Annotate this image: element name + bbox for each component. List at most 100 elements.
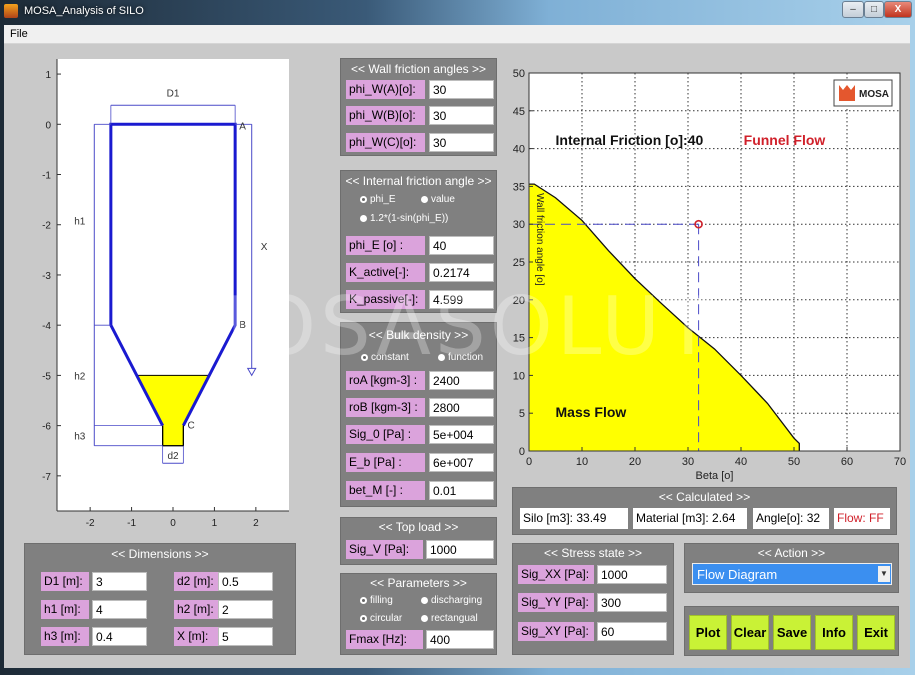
sig-v-input[interactable]: 1000 [426, 540, 494, 559]
chart-y-tick-label: 25 [513, 257, 525, 269]
dim-2-label: h1 [m]: [41, 600, 89, 619]
fmax-label: Fmax [Hz]: [346, 630, 423, 649]
bulk-density-4-input[interactable]: 0.01 [429, 481, 494, 500]
material-volume-readout: Material [m3]: 2.64 [633, 508, 747, 529]
clear-button[interactable]: Clear [731, 615, 769, 650]
maximize-button[interactable]: □ [864, 1, 884, 18]
phi-e-radio[interactable]: phi_E [360, 194, 396, 205]
circular-radio[interactable]: circular [360, 613, 402, 624]
silo-y-tick-label: -3 [42, 271, 51, 282]
flow-readout: Flow: FF [834, 508, 890, 529]
funnel-flow-annotation: Funnel Flow [744, 132, 826, 148]
exit-button[interactable]: Exit [857, 615, 895, 650]
stress-1-input[interactable]: 300 [597, 593, 667, 612]
radio-unselected-icon [360, 214, 367, 222]
chart-x-tick-label: 30 [682, 456, 694, 468]
dim-0-label: D1 [m]: [41, 572, 89, 591]
function-radio[interactable]: function [438, 352, 483, 363]
chart-x-tick-label: 60 [841, 456, 853, 468]
silo-label-c: C [188, 421, 195, 432]
wall-friction-1-input[interactable]: 30 [429, 106, 494, 125]
bulk-density-2-input[interactable]: 5e+004 [429, 425, 494, 444]
info-button[interactable]: Info [815, 615, 853, 650]
dim-4-label: h3 [m]: [41, 627, 89, 646]
bulk-density-2-label: Sig_0 [Pa] : [346, 425, 425, 444]
silo-label-h1: h1 [74, 217, 86, 228]
formula-radio-label: 1.2*(1-sin(phi_E)) [370, 213, 449, 224]
value-radio-label: value [431, 194, 455, 205]
bulk-density-1-input[interactable]: 2800 [429, 398, 494, 417]
dim-3-input[interactable]: 2 [218, 600, 273, 619]
chart-y-tick-label: 20 [513, 295, 525, 307]
bulk-density-1-label: roB [kgm-3] : [346, 398, 425, 417]
app-window: MOSA_Analysis of SILO – □ X File 1 0 -1 -2-… [0, 0, 915, 675]
bulk-density-3-input[interactable]: 6e+007 [429, 453, 494, 472]
chevron-down-icon[interactable]: ▼ [878, 566, 890, 582]
dim-1-input[interactable]: 0.5 [218, 572, 273, 591]
internal-friction-1-input[interactable]: 0.2174 [429, 263, 494, 282]
stress-1-label: Sig_YY [Pa]: [518, 593, 594, 612]
save-button[interactable]: Save [773, 615, 811, 650]
bulk-density-4-label: bet_M [-] : [346, 481, 425, 500]
internal-friction-0-input[interactable]: 40 [429, 236, 494, 255]
silo-label-b: B [239, 320, 246, 331]
close-button[interactable]: X [884, 1, 912, 18]
action-title: << Action >> [757, 546, 826, 560]
wall-friction-2-input[interactable]: 30 [429, 133, 494, 152]
radio-selected-icon [361, 353, 368, 361]
chart-y-tick-label: 10 [513, 370, 525, 382]
phi-e-radio-label: phi_E [370, 194, 396, 205]
silo-y-tick-label: -4 [42, 321, 51, 332]
dim-1-label: d2 [m]: [174, 572, 222, 591]
stress-state-title: << Stress state >> [543, 546, 643, 560]
wall-friction-0-input[interactable]: 30 [429, 80, 494, 99]
radio-unselected-icon [438, 353, 445, 361]
bulk-density-3-label: E_b [Pa] : [346, 453, 425, 472]
minimize-button[interactable]: – [842, 1, 864, 18]
radio-unselected-icon [421, 596, 428, 604]
discharging-radio[interactable]: discharging [421, 595, 482, 606]
wall-friction-2-label: phi_W(C)[o]: [346, 133, 425, 152]
silo-y-tick-label: 0 [45, 120, 51, 131]
internal-friction-2-label: K_passive[-]: [346, 290, 425, 309]
formula-radio[interactable]: 1.2*(1-sin(phi_E)) [360, 213, 448, 224]
silo-y-tick-label: -1 [42, 171, 51, 182]
silo-label-a: A [239, 121, 246, 132]
plot-button[interactable]: Plot [689, 615, 727, 650]
silo-x-tick-label: 0 [170, 518, 176, 529]
silo-label-x: X [261, 242, 268, 253]
wall-friction-1-label: phi_W(B)[o]: [346, 106, 425, 125]
stress-0-label: Sig_XX [Pa]: [518, 565, 594, 584]
dim-4-input[interactable]: 0.4 [92, 627, 147, 646]
chart-x-tick-label: 20 [629, 456, 641, 468]
bulk-density-0-input[interactable]: 2400 [429, 371, 494, 390]
internal-friction-annotation: Internal Friction [o]:40 [556, 132, 704, 148]
bulk-density-title: << Bulk density >> [368, 328, 469, 342]
angle-readout: Angle[o]: 32 [753, 508, 829, 529]
fmax-input[interactable]: 400 [426, 630, 494, 649]
action-dropdown[interactable]: Flow Diagram ▼ [692, 563, 892, 585]
stress-0-input[interactable]: 1000 [597, 565, 667, 584]
filling-radio[interactable]: filling [360, 595, 393, 606]
constant-radio[interactable]: constant [361, 352, 409, 363]
silo-geometry-plot: 1 0 -1 -2 -3 -4 -5 -6 -7 -2 -1 0 1 2 D1 h1 h2 h3 d2 X A B C [42, 59, 289, 529]
stress-2-input[interactable]: 60 [597, 622, 667, 641]
dim-0-input[interactable]: 3 [92, 572, 147, 591]
chart-y-tick-label: 30 [513, 219, 525, 231]
dim-2-input[interactable]: 4 [92, 600, 147, 619]
mosa-logo-text: MOSA [859, 89, 889, 100]
rectangual-radio[interactable]: rectangual [421, 613, 478, 624]
silo-label-d2: d2 [167, 451, 179, 462]
chart-x-tick-label: 0 [526, 456, 532, 468]
value-radio[interactable]: value [421, 194, 455, 205]
chart-y-tick-label: 15 [513, 333, 525, 345]
dim-5-input[interactable]: 5 [218, 627, 273, 646]
silo-x-tick-label: 2 [253, 518, 259, 529]
internal-friction-2-input[interactable]: 4.599 [429, 290, 494, 309]
dimensions-title: << Dimensions >> [111, 547, 209, 561]
chart-y-tick-label: 45 [513, 106, 525, 118]
internal-friction-title: << Internal friction angle >> [345, 174, 492, 188]
chart-y-tick-label: 0 [519, 446, 525, 458]
radio-selected-icon [360, 614, 367, 622]
constant-radio-label: constant [371, 352, 409, 363]
